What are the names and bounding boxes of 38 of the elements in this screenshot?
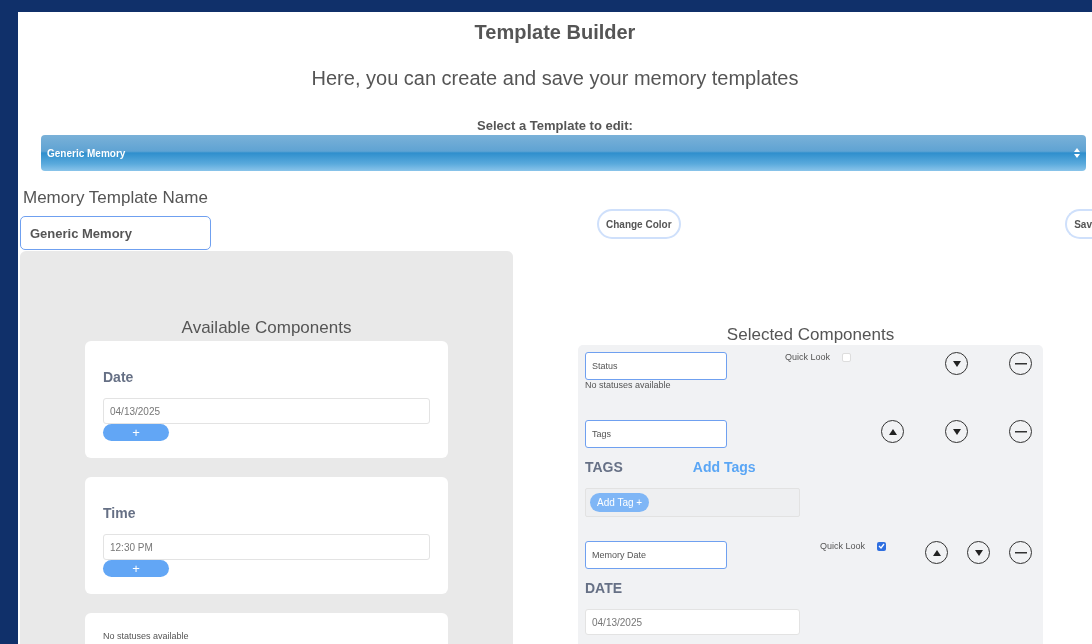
page-title: Template Builder bbox=[473, 21, 637, 44]
down-triangle-icon bbox=[951, 359, 962, 368]
down-triangle-icon bbox=[951, 427, 962, 436]
component-name-field[interactable]: Tags bbox=[585, 420, 727, 448]
change-color-button[interactable]: Change Color bbox=[597, 209, 681, 239]
field-label: Memory Template Name bbox=[23, 188, 209, 208]
panel-title: Available Components bbox=[181, 318, 352, 338]
component-name-field[interactable]: Status bbox=[585, 352, 727, 380]
quick-look-checkbox[interactable] bbox=[842, 352, 852, 362]
quick-look-checkbox[interactable] bbox=[877, 541, 887, 551]
component-name-field[interactable]: Memory Date bbox=[585, 541, 727, 569]
time-field[interactable]: 12:30 PM bbox=[103, 534, 430, 560]
dropdown-arrows-icon bbox=[1074, 148, 1080, 158]
date-field[interactable]: 04/13/2025 bbox=[585, 609, 800, 635]
quick-look-label: Quick Look bbox=[820, 541, 866, 551]
section-heading: TAGS bbox=[585, 459, 623, 475]
card-title: Date bbox=[103, 369, 135, 385]
minus-icon bbox=[1014, 551, 1027, 554]
down-triangle-icon bbox=[973, 548, 984, 557]
section-heading: DATE bbox=[585, 580, 624, 596]
up-triangle-icon bbox=[931, 548, 942, 557]
date-field[interactable]: 04/13/2025 bbox=[103, 398, 430, 424]
quick-look-label: Quick Look bbox=[785, 352, 831, 362]
add-button[interactable]: + bbox=[103, 424, 169, 441]
add-button[interactable]: + bbox=[103, 560, 169, 577]
page-subtitle: Here, you can create and save your memory templates bbox=[310, 67, 800, 90]
template-name-field[interactable]: Generic Memory bbox=[20, 216, 211, 250]
save-button[interactable]: Sav bbox=[1065, 209, 1092, 239]
panel-title: Selected Components bbox=[725, 325, 896, 345]
check-icon bbox=[878, 543, 886, 549]
status-note: No statuses available bbox=[103, 631, 190, 641]
up-triangle-icon bbox=[887, 427, 898, 436]
minus-icon bbox=[1014, 362, 1027, 365]
card-title: Time bbox=[103, 505, 137, 521]
template-dropdown[interactable]: Generic Memory bbox=[41, 135, 1086, 171]
select-label: Select a Template to edit: bbox=[476, 118, 634, 133]
status-note: No statuses available bbox=[585, 380, 672, 390]
minus-icon bbox=[1014, 430, 1027, 433]
